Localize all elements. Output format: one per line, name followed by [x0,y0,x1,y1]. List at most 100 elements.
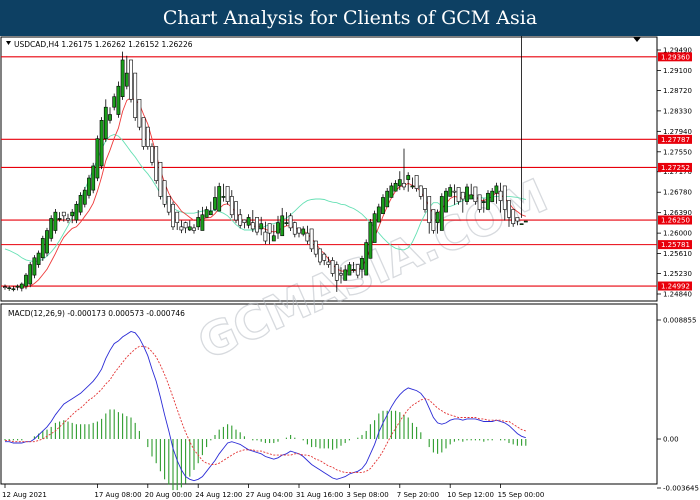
bull-candle [465,186,469,202]
bear-candle [150,146,154,163]
bull-candle [481,201,486,203]
bull-candle [376,206,381,223]
bear-candle [183,222,188,229]
bull-candle [364,242,369,276]
bull-candle [36,252,41,265]
bear-candle [460,191,465,200]
x-tick-label: 20 Aug 00:00 [145,491,192,499]
bear-candle [137,99,142,128]
bull-candle [221,196,226,198]
banner-title: Chart Analysis for Clients of GCM Asia [162,7,538,29]
bear-candle [326,261,331,265]
bear-candle [145,126,150,147]
bull-candle [393,182,398,192]
bull-candle [40,238,45,259]
bear-candle [166,196,171,213]
forex-chart: GCMASIA.COM 1.294901.291001.287201.28330… [0,36,699,499]
y-tick-label: 1.28330 [663,107,692,115]
y-tick-label: 1.25230 [663,270,692,278]
level-label: 1.27787 [661,136,690,144]
bull-candle [217,186,222,212]
bull-candle [246,217,251,226]
x-tick-label: 7 Sep 20:00 [397,491,439,499]
bull-candle [276,222,280,234]
bear-candle [225,186,230,202]
bear-candle [292,222,297,235]
x-tick-label: 3 Sep 08:00 [346,491,388,499]
price-panel-title: USDCAD,H4 1.26175 1.26262 1.26152 1.2622… [14,40,193,49]
bull-candle [74,203,79,221]
bull-candle [347,264,352,276]
bull-candle [351,269,356,271]
bull-candle [204,209,209,218]
bear-candle [192,227,196,231]
bull-candle [360,258,364,270]
bear-candle [171,203,175,228]
bear-candle [66,218,70,221]
bear-candle [129,59,133,100]
bull-candle [124,72,129,87]
level-label: 1.29360 [661,53,690,61]
bull-candle [187,226,192,231]
x-tick-label: 17 Aug 08:00 [94,491,141,499]
bear-candle [238,214,243,226]
bull-candle [91,165,96,191]
bull-candle [523,220,528,223]
bear-candle [61,211,66,217]
y-tick-label: 1.27940 [663,128,692,136]
bear-candle [154,146,159,181]
bull-candle [389,185,394,198]
bull-candle [78,195,83,213]
bear-candle [313,240,318,255]
bull-candle [200,214,205,231]
bull-candle [381,197,385,215]
bull-candle [53,211,58,231]
macd-y-tick-label: 0.00 [663,436,679,444]
bull-candle [435,211,440,223]
bear-candle [305,232,310,242]
bull-candle [87,177,91,196]
level-label: 1.27252 [661,164,690,172]
bull-candle [120,59,125,98]
y-tick-label: 1.24840 [663,291,692,299]
bear-candle [334,264,339,281]
bear-candle [263,231,268,242]
bear-candle [423,188,427,210]
bear-candle [158,161,163,197]
y-tick-label: 1.26780 [663,189,692,197]
x-tick-label: 31 Aug 16:00 [296,491,343,499]
level-label: 1.24992 [661,283,690,291]
bull-candle [28,264,33,285]
bear-candle [477,194,482,210]
level-label: 1.26250 [661,217,690,225]
bull-candle [82,189,87,205]
bull-candle [103,106,108,139]
bear-candle [473,186,478,202]
bear-candle [229,196,234,216]
bear-candle [498,190,503,201]
bear-candle [133,72,138,118]
bear-candle [297,227,301,234]
bear-candle [414,175,419,189]
bull-candle [196,217,201,228]
bear-candle [3,286,7,288]
macd-panel-title: MACD(12,26,9) -0.000173 0.000573 -0.0007… [8,309,185,318]
y-tick-label: 1.29100 [663,67,692,75]
bull-candle [112,96,117,108]
x-tick-label: 24 Aug 12:00 [195,491,242,499]
bull-candle [519,223,524,225]
chart-banner: Chart Analysis for Clients of GCM Asia [0,0,700,36]
bull-candle [439,196,444,231]
bull-candle [271,235,276,242]
x-tick-label: 10 Sep 12:00 [447,491,494,499]
bull-candle [410,185,415,188]
bear-candle [255,217,259,233]
bull-candle [397,179,402,187]
bull-candle [116,85,121,115]
macd-panel [0,303,658,485]
bull-candle [486,192,490,210]
bear-candle [141,117,146,147]
bull-candle [95,138,100,179]
bull-candle [24,274,28,287]
y-tick-label: 1.26000 [663,230,692,238]
